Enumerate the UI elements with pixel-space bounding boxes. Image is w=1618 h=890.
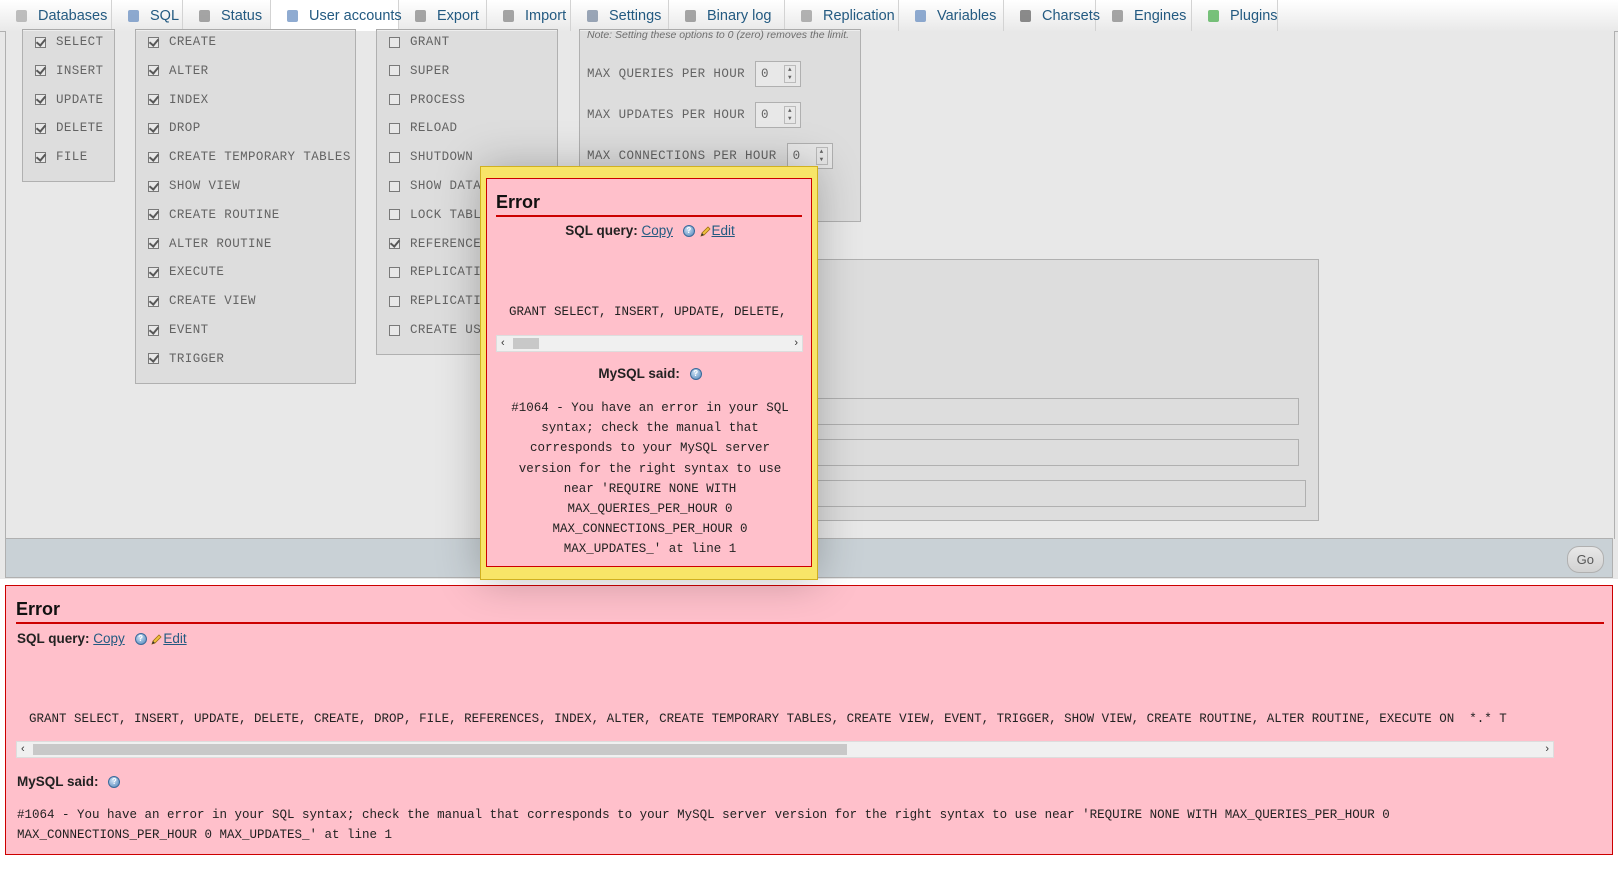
message-line: syntax; check the manual that — [541, 421, 759, 436]
top-tab-bar: Databases SQL Status User accounts Export Imp… — [0, 0, 1618, 32]
status-icon — [197, 8, 213, 24]
message-line: version for the right syntax to use — [518, 461, 782, 476]
tab-label: SQL — [150, 7, 180, 24]
message-line: MAX_QUERIES_PER_HOUR 0 — [567, 502, 733, 517]
page-error-title: Error — [16, 599, 61, 619]
tab-label: Engines — [1134, 7, 1187, 24]
scroll-right-arrow[interactable]: › — [1545, 742, 1549, 757]
tab-databases[interactable]: Databases — [0, 0, 112, 31]
tab-charsets[interactable]: Charsets — [1004, 0, 1100, 31]
tab-label: Binary log — [707, 7, 772, 24]
page-query-text: GRANT SELECT, INSERT, UPDATE, DELETE, CR… — [29, 712, 1507, 726]
tab-binary-log[interactable]: Binary log — [669, 0, 785, 31]
tab-plugins[interactable]: Plugins — [1192, 0, 1278, 31]
sql-icon — [126, 8, 142, 24]
variables-icon — [913, 8, 929, 24]
tab-export[interactable]: Export — [399, 0, 487, 31]
message-line: MAX_CONNECTIONS_PER_HOUR 0 — [552, 522, 748, 537]
tab-engines[interactable]: Engines — [1096, 0, 1192, 31]
scroll-right-arrow[interactable]: › — [794, 336, 798, 351]
import-icon — [501, 8, 517, 24]
scroll-thumb[interactable] — [513, 338, 539, 349]
tab-label: Settings — [609, 7, 662, 24]
tab-import[interactable]: Import — [487, 0, 571, 31]
tab-label: Variables — [937, 7, 997, 24]
tab-label: User accounts — [309, 7, 402, 24]
sql-query-label: SQL query: — [565, 223, 638, 238]
dialog-error-message: #1064 - You have an error in your SQL sy… — [487, 398, 813, 560]
edit-link[interactable]: Edit — [712, 223, 735, 238]
tab-replication[interactable]: Replication — [785, 0, 899, 31]
tab-label: Charsets — [1042, 7, 1101, 24]
tab-variables[interactable]: Variables — [899, 0, 1004, 31]
tab-label: Export — [437, 7, 479, 24]
tab-user-accounts[interactable]: User accounts — [271, 0, 402, 32]
message-line: MAX_CONNECTIONS_PER_HOUR 0 MAX_UPDATES_'… — [17, 828, 393, 842]
export-icon — [413, 8, 429, 24]
mysql-said-label: MySQL said: — [17, 774, 99, 789]
help-icon[interactable]: ? — [134, 633, 147, 646]
help-icon[interactable]: ? — [108, 776, 121, 789]
dialog-query-text: GRANT SELECT, INSERT, UPDATE, DELETE, — [509, 305, 787, 319]
message-line: #1064 - You have an error in your SQL sy… — [17, 808, 1390, 822]
dialog-error-box: Error SQL query: Copy ? Edit GRANT SELEC… — [486, 178, 812, 567]
page-error-box: Error SQL query: Copy ? Edit GRANT SELEC… — [5, 585, 1613, 855]
tab-label: Databases — [38, 7, 108, 24]
tab-sql[interactable]: SQL — [112, 0, 183, 31]
dialog-sql-query-row: SQL query: Copy ? Edit — [487, 223, 813, 238]
page-error-rule — [16, 622, 1604, 624]
dialog-error-title: Error — [496, 192, 541, 212]
scroll-left-arrow[interactable]: ‹ — [21, 742, 25, 757]
users-icon — [285, 8, 301, 24]
database-icon — [14, 8, 30, 24]
scroll-thumb[interactable] — [33, 744, 847, 755]
engines-icon — [1110, 8, 1126, 24]
tab-status[interactable]: Status — [183, 0, 271, 31]
sql-query-label: SQL query: — [17, 631, 90, 646]
help-icon[interactable]: ? — [682, 225, 695, 238]
message-line: MAX_UPDATES_' at line 1 — [563, 542, 737, 557]
dialog-query-scrollbar[interactable]: ‹ › — [496, 335, 803, 352]
message-line: #1064 - You have an error in your SQL — [511, 401, 789, 415]
tab-settings[interactable]: Settings — [571, 0, 669, 31]
binary-log-icon — [683, 8, 699, 24]
page-mysql-said-row: MySQL said: ? — [17, 774, 121, 789]
tab-label: Replication — [823, 7, 895, 24]
page-query-scrollbar[interactable]: ‹ › — [16, 741, 1554, 758]
scroll-left-arrow[interactable]: ‹ — [501, 336, 505, 351]
mysql-said-label: MySQL said: — [598, 366, 680, 381]
tab-label: Status — [221, 7, 263, 24]
message-line: corresponds to your MySQL server — [529, 441, 771, 456]
tab-label: Plugins — [1230, 7, 1278, 24]
dialog-error-rule — [496, 215, 802, 217]
dialog-mysql-said-row: MySQL said: ? — [487, 366, 813, 381]
edit-link[interactable]: Edit — [163, 631, 186, 646]
page-sql-query-row: SQL query: Copy ? Edit — [17, 631, 187, 646]
tab-label: Import — [525, 7, 567, 24]
help-icon[interactable]: ? — [689, 368, 702, 381]
settings-icon — [585, 8, 601, 24]
page-error-message: #1064 - You have an error in your SQL sy… — [17, 805, 1390, 845]
copy-link[interactable]: Copy — [641, 223, 673, 238]
error-dialog: Error SQL query: Copy ? Edit GRANT SELEC… — [480, 166, 818, 580]
charsets-icon — [1018, 8, 1034, 24]
replication-icon — [799, 8, 815, 24]
message-line: near 'REQUIRE NONE WITH — [563, 481, 737, 496]
edit-pencil-icon[interactable] — [699, 225, 712, 238]
edit-pencil-icon[interactable] — [150, 633, 163, 646]
copy-link[interactable]: Copy — [93, 631, 125, 646]
plugins-icon — [1206, 8, 1222, 24]
